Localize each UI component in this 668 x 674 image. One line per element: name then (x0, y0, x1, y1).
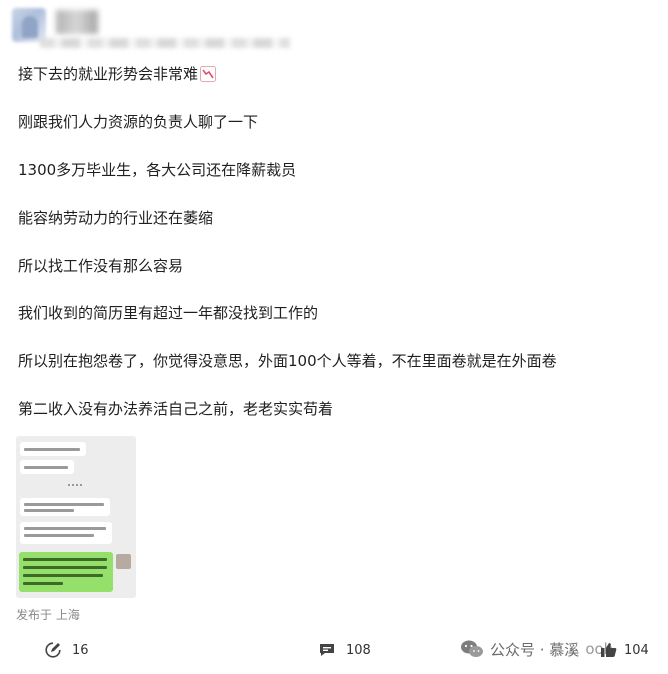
post-line-1: 接下去的就业形势会非常难 (18, 64, 217, 84)
watermark-text: 公众号 · 慕溪 (490, 640, 580, 659)
comment-icon (320, 644, 334, 656)
author-avatar[interactable] (12, 8, 46, 42)
post-line-8: 第二收入没有办法养活自己之前，老老实实苟着 (18, 400, 334, 418)
repost-icon (45, 642, 61, 658)
post-line-4: 能容纳劳动力的行业还在萎缩 (18, 209, 214, 227)
author-name-blurred[interactable] (56, 10, 98, 34)
chart-decreasing-icon (200, 66, 217, 82)
comment-button[interactable]: 108 (318, 640, 371, 660)
like-button[interactable]: 104 (600, 640, 649, 660)
wechat-watermark: 公众号 · 慕溪 ooh (460, 637, 613, 661)
post-line-7: 所以别在抱怨卷了，你觉得没意思，外面100个人等着，不在里面卷就是在外面卷 (18, 352, 557, 370)
post-line-3: 1300多万毕业生，各大公司还在降薪裁员 (18, 161, 297, 179)
chat-screenshot-image[interactable] (16, 436, 136, 598)
thumbs-up-icon (601, 643, 617, 657)
post-line-5: 所以找工作没有那么容易 (18, 257, 184, 275)
like-count: 104 (624, 642, 649, 658)
post-line-2: 刚跟我们人力资源的负责人聊了一下 (18, 113, 259, 131)
repost-count: 16 (72, 642, 89, 658)
wechat-icon (461, 640, 483, 657)
repost-button[interactable]: 16 (44, 640, 89, 660)
post-line-6: 我们收到的简历里有超过一年都没找到工作的 (18, 304, 319, 322)
author-meta-blurred (40, 38, 290, 48)
post-location: 发布于 上海 (16, 608, 80, 622)
comment-count: 108 (346, 642, 371, 658)
post-card: 接下去的就业形势会非常难 刚跟我们人力资源的负责人聊了一下 1300多万毕业生，… (0, 0, 668, 674)
